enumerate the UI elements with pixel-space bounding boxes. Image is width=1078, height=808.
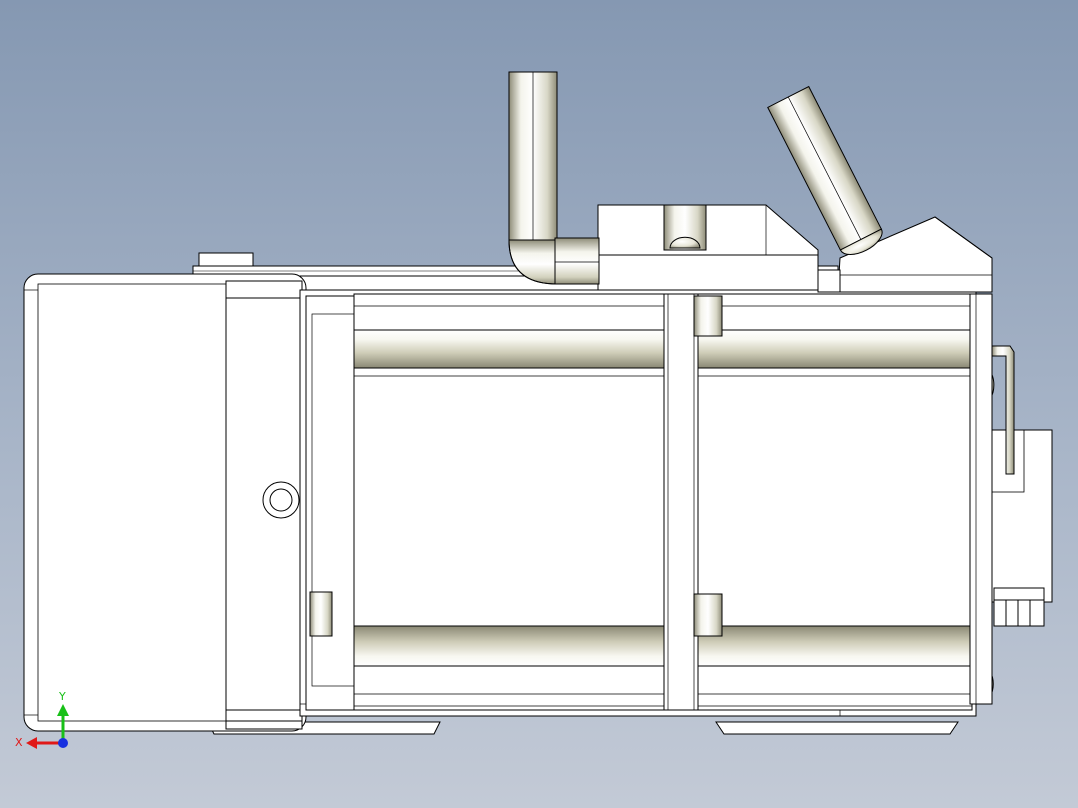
- clamp-block-bottom: [693, 593, 723, 637]
- connector-pins: [993, 587, 1045, 627]
- motor-model[interactable]: [23, 71, 1053, 735]
- cable-horizontal: [554, 237, 600, 285]
- bracket-slot-top: [309, 591, 333, 637]
- terminal-box: [597, 204, 819, 291]
- cad-viewport[interactable]: Y X: [0, 0, 1078, 808]
- bottom-rod: [353, 625, 973, 667]
- clamp-block-top: [693, 295, 723, 337]
- clamp-band: [663, 293, 699, 711]
- x-axis-label: X: [15, 736, 23, 749]
- front-face: [969, 293, 993, 705]
- z-axis-dot: [58, 738, 68, 748]
- y-axis-label: Y: [58, 690, 66, 703]
- side-connector: [991, 429, 1053, 603]
- fillet-strip: [817, 269, 841, 293]
- inner-bracket: [305, 295, 355, 711]
- right-foot: [715, 721, 959, 735]
- x-axis-arrow: [26, 737, 37, 749]
- top-rod: [353, 329, 973, 369]
